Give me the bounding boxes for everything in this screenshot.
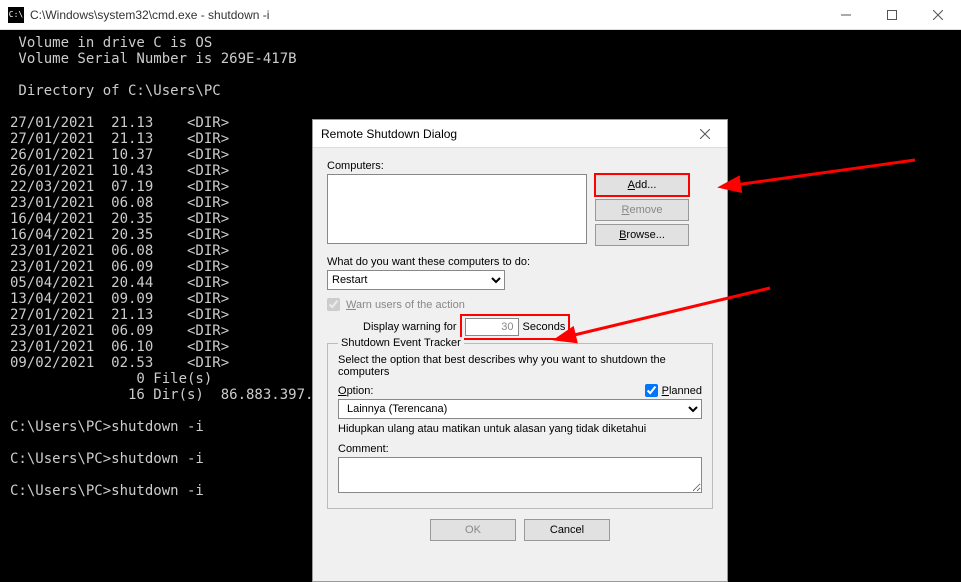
close-button[interactable] (915, 0, 961, 30)
warn-users-checkbox[interactable] (327, 298, 340, 311)
planned-checkbox[interactable] (645, 384, 658, 397)
browse-button[interactable]: Browse... (595, 224, 689, 246)
dialog-close-button[interactable] (691, 124, 719, 144)
window-title: C:\Windows\system32\cmd.exe - shutdown -… (30, 8, 823, 22)
shutdown-event-tracker-group: Shutdown Event Tracker Select the option… (327, 343, 713, 509)
seconds-highlight: Seconds (463, 317, 568, 337)
display-warning-label: Display warning for (363, 321, 457, 333)
option-label: Option: (338, 385, 373, 397)
action-label: What do you want these computers to do: (327, 256, 713, 268)
dialog-title: Remote Shutdown Dialog (321, 127, 691, 141)
computers-label: Computers: (327, 160, 713, 172)
remove-button[interactable]: Remove (595, 199, 689, 221)
remote-shutdown-dialog: Remote Shutdown Dialog Computers: Add...… (312, 119, 728, 582)
planned-label: Planned (662, 385, 702, 397)
window-titlebar: C:\ C:\Windows\system32\cmd.exe - shutdo… (0, 0, 961, 30)
maximize-button[interactable] (869, 0, 915, 30)
comment-textarea[interactable] (338, 457, 702, 493)
dialog-titlebar: Remote Shutdown Dialog (313, 120, 727, 148)
cmd-icon: C:\ (8, 7, 24, 23)
warn-users-label: Warn users of the action (346, 299, 465, 311)
tracker-explain: Select the option that best describes wh… (338, 354, 702, 378)
add-button[interactable]: Add... (595, 174, 689, 196)
minimize-button[interactable] (823, 0, 869, 30)
action-select[interactable]: Restart (327, 270, 505, 290)
comment-label: Comment: (338, 443, 702, 455)
tracker-title: Shutdown Event Tracker (338, 337, 464, 349)
computers-listbox[interactable] (327, 174, 587, 244)
seconds-input[interactable] (465, 318, 519, 336)
reason-description: Hidupkan ulang atau matikan untuk alasan… (338, 423, 702, 435)
ok-button[interactable]: OK (430, 519, 516, 541)
reason-select[interactable]: Lainnya (Terencana) (338, 399, 702, 419)
warn-users-row: Warn users of the action (327, 298, 713, 311)
seconds-label: Seconds (523, 321, 566, 333)
cancel-button[interactable]: Cancel (524, 519, 610, 541)
